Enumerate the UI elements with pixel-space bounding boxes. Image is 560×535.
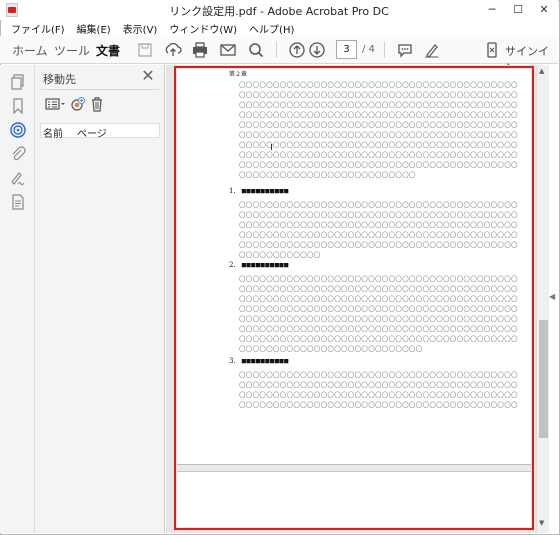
page-up-icon[interactable] bbox=[286, 39, 308, 61]
page-number-input[interactable]: 3 bbox=[336, 40, 357, 59]
options-menu-icon[interactable] bbox=[45, 95, 67, 113]
document-highlight-frame bbox=[174, 66, 534, 530]
bookmark-icon[interactable] bbox=[9, 97, 27, 115]
menu-help[interactable]: ヘルプ(H) bbox=[246, 20, 297, 36]
close-panel-button[interactable]: ✕ bbox=[139, 67, 157, 85]
menu-bar: ファイル(F) 編集(E) 表示(V) ウィンドウ(W) ヘルプ(H) bbox=[0, 20, 558, 36]
toolbar: ホーム ツール 文書 3 / 4 サインイン bbox=[0, 36, 558, 74]
trash-icon[interactable] bbox=[89, 95, 105, 113]
new-destination-icon[interactable] bbox=[70, 95, 86, 113]
pen-icon[interactable] bbox=[421, 39, 443, 61]
scroll-down-icon[interactable]: ▼ bbox=[539, 519, 544, 527]
toolbar-separator bbox=[276, 42, 277, 58]
tab-tools[interactable]: ツール bbox=[54, 42, 90, 59]
navigation-rail bbox=[0, 65, 35, 533]
toolbar-separator bbox=[384, 42, 385, 58]
panel-divider bbox=[41, 89, 159, 90]
tab-home[interactable]: ホーム bbox=[12, 42, 48, 59]
menu-edit[interactable]: 編集(E) bbox=[74, 20, 114, 36]
menu-file[interactable]: ファイル(F) bbox=[8, 20, 68, 36]
mobile-icon[interactable] bbox=[481, 39, 503, 61]
comment-icon[interactable] bbox=[394, 39, 416, 61]
attachment-icon[interactable] bbox=[9, 145, 27, 163]
pages-icon[interactable] bbox=[9, 73, 27, 91]
window-title: リンク設定用.pdf - Adobe Acrobat Pro DC bbox=[169, 5, 389, 18]
search-icon[interactable] bbox=[245, 39, 267, 61]
upload-icon[interactable] bbox=[162, 39, 184, 61]
maximize-button[interactable]: ☐ bbox=[504, 0, 532, 20]
mail-icon[interactable] bbox=[217, 39, 239, 61]
panel-title: 移動先 bbox=[43, 73, 76, 86]
panel-toolbar bbox=[43, 95, 161, 115]
destinations-panel: 移動先 ✕ 名前 ページ bbox=[35, 65, 165, 533]
expand-right-pane-icon[interactable]: ◀ bbox=[549, 292, 555, 301]
column-header-page[interactable]: ページ bbox=[77, 125, 107, 140]
column-header-name[interactable]: 名前 bbox=[43, 125, 63, 140]
print-icon[interactable] bbox=[189, 39, 211, 61]
destinations-icon[interactable] bbox=[9, 121, 27, 139]
tab-document[interactable]: 文書 bbox=[96, 42, 120, 59]
title-bar: リンク設定用.pdf - Adobe Acrobat Pro DC ─ ☐ ✕ bbox=[0, 0, 558, 20]
scroll-thumb[interactable] bbox=[539, 320, 548, 438]
menu-view[interactable]: 表示(V) bbox=[120, 20, 161, 36]
save-icon[interactable] bbox=[134, 39, 156, 61]
destination-list-header: 名前 ページ bbox=[40, 123, 160, 140]
page-total-label: / 4 bbox=[362, 44, 375, 55]
scroll-up-icon[interactable]: ▲ bbox=[539, 67, 544, 75]
page-down-icon[interactable] bbox=[306, 39, 328, 61]
signature-icon[interactable] bbox=[9, 169, 27, 187]
menu-window[interactable]: ウィンドウ(W) bbox=[166, 20, 240, 36]
minimize-button[interactable]: ─ bbox=[478, 0, 506, 20]
document-icon[interactable] bbox=[9, 193, 27, 211]
vertical-scrollbar[interactable]: ▲ ▼ bbox=[536, 65, 549, 533]
close-window-button[interactable]: ✕ bbox=[530, 0, 558, 20]
